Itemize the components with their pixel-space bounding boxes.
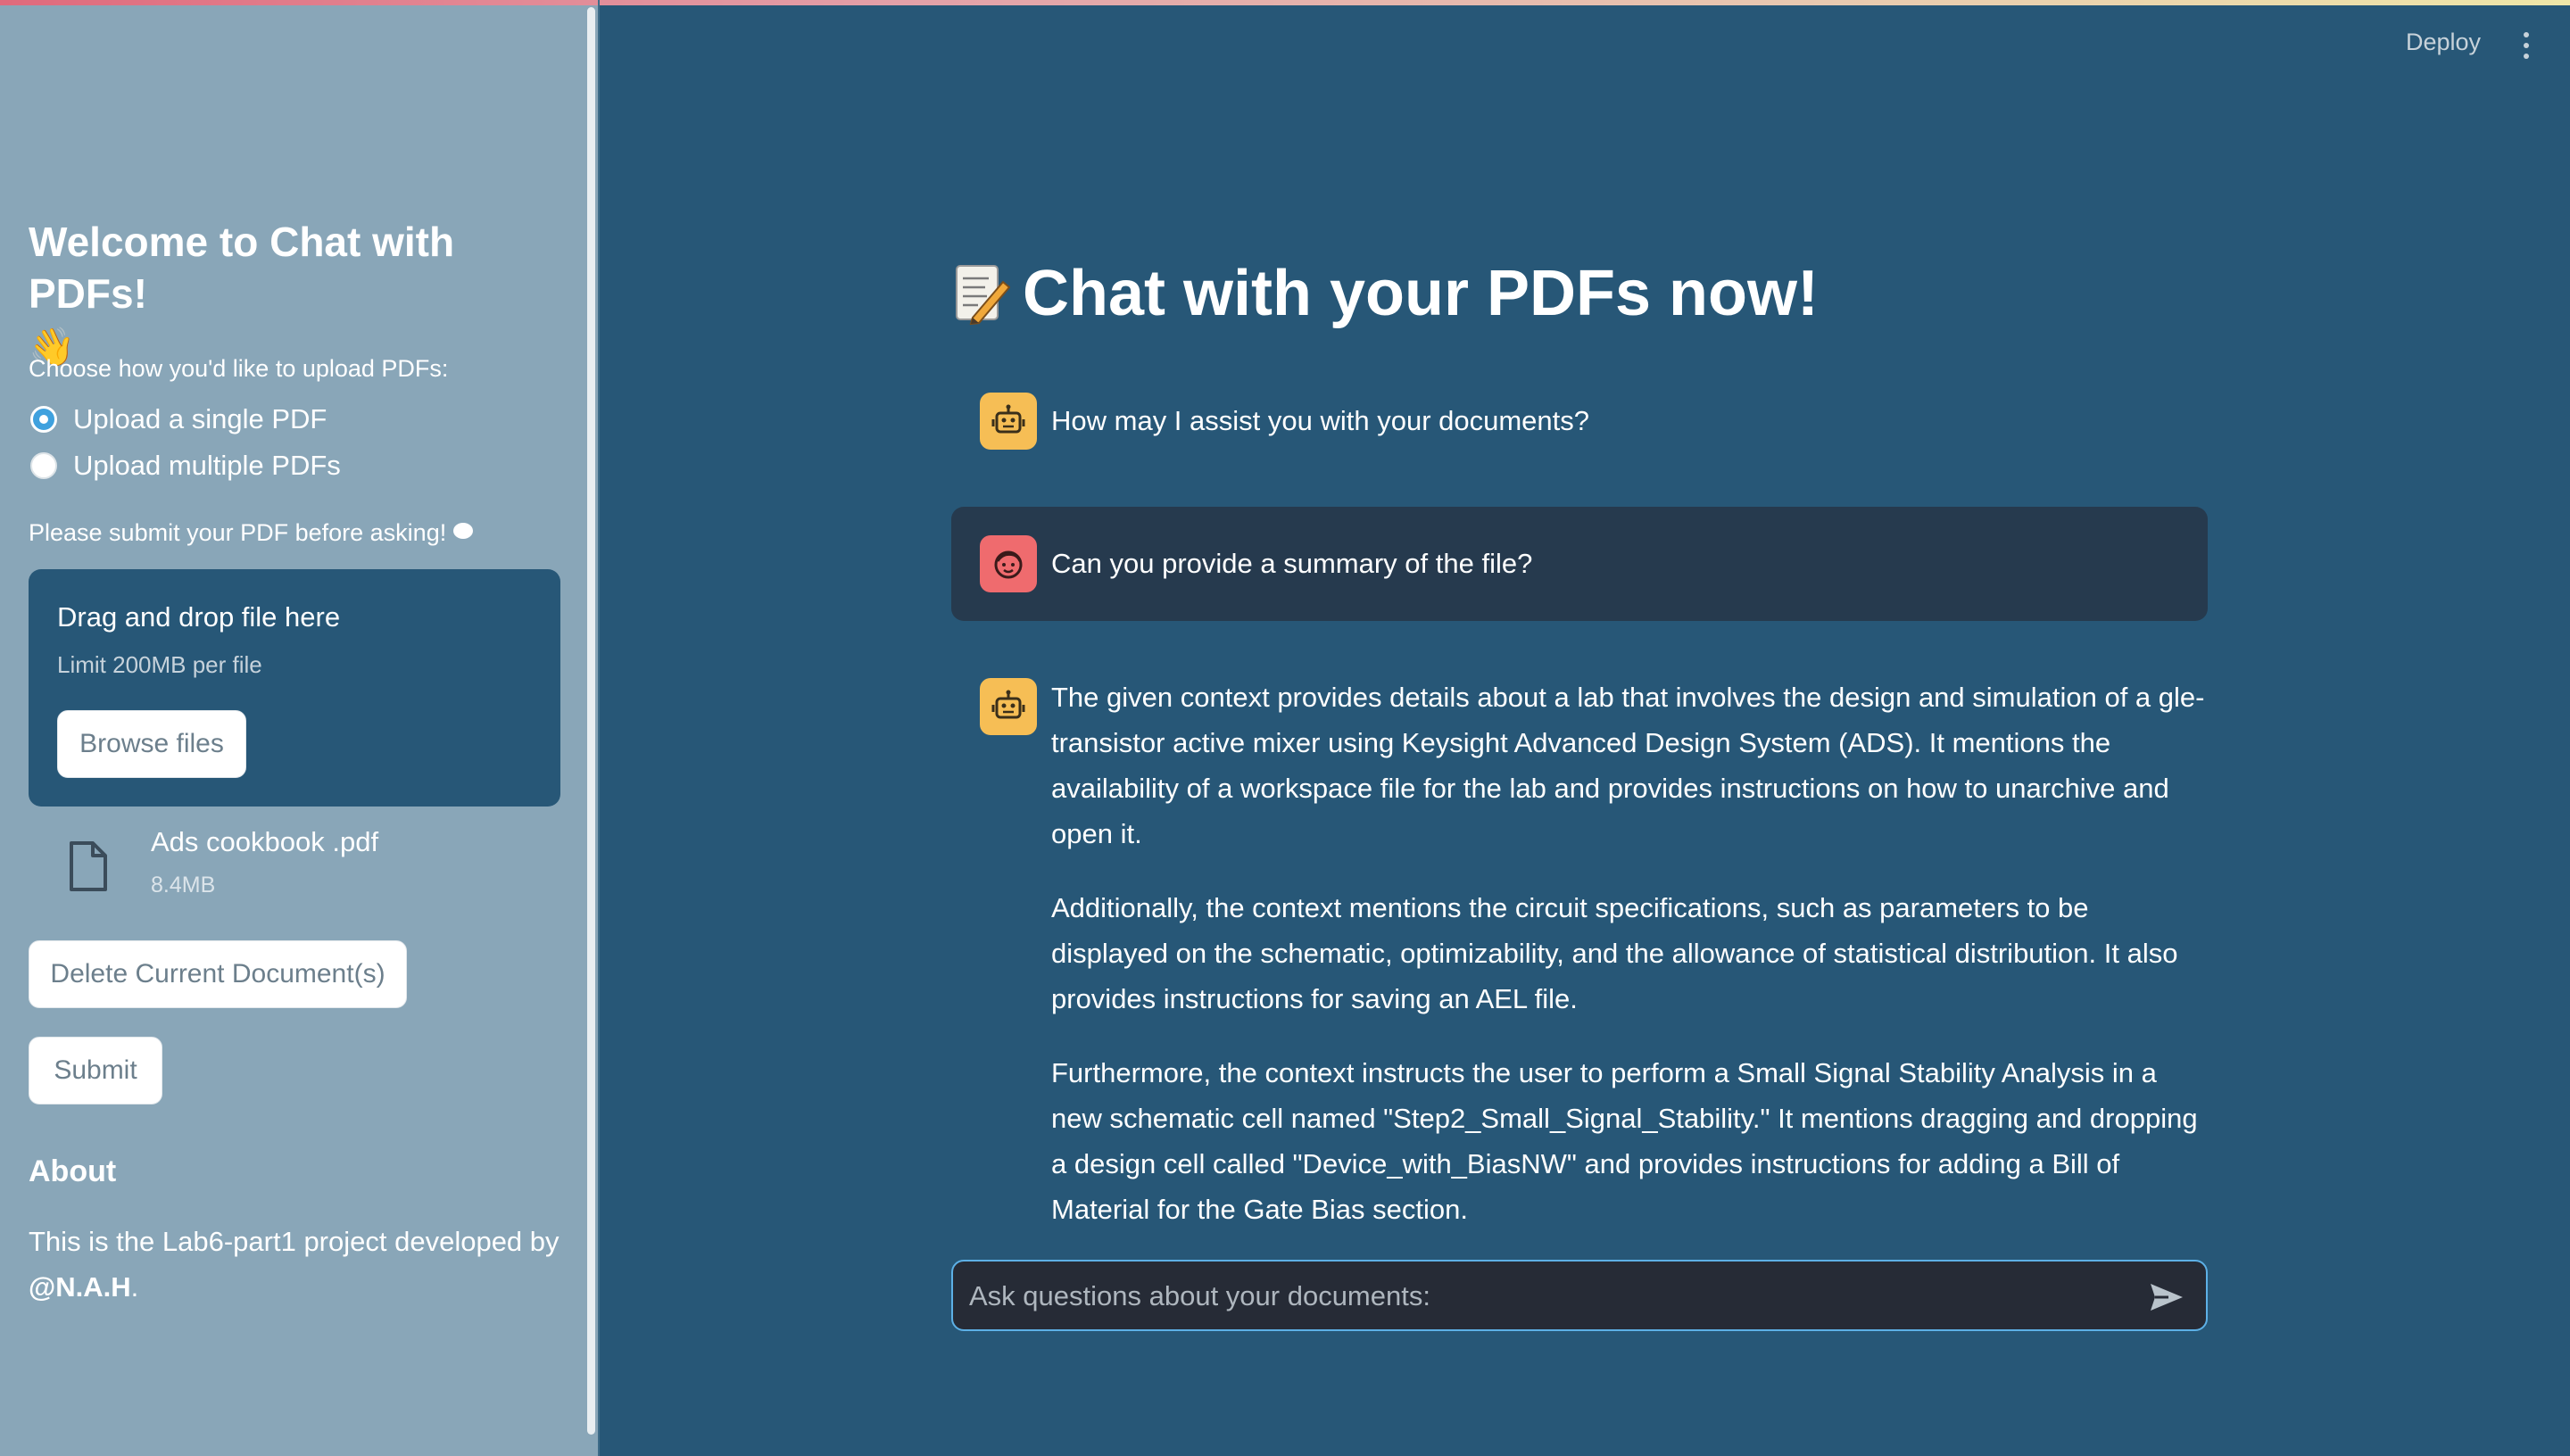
chat-message-assistant: The given context provides details about… (951, 674, 2208, 1225)
about-heading: About (29, 1154, 117, 1188)
about-description: This is the Lab6-part1 project developed… (29, 1226, 560, 1257)
sidebar-divider (598, 0, 600, 1456)
speech-bubble-icon (453, 522, 474, 539)
submit-prompt: Please submit your PDF before asking! (29, 519, 474, 547)
about-author: @N.A.H (29, 1271, 131, 1303)
page-title: Chat with your PDFs now! (953, 257, 1819, 330)
message-text: How may I assist you with your documents… (1051, 405, 1590, 436)
kebab-menu-icon[interactable] (2524, 32, 2531, 64)
uploaded-file-name: Ads cookbook .pdf (151, 826, 379, 857)
radio-multiple-pdfs[interactable]: Upload multiple PDFs (30, 450, 341, 482)
message-paragraph: Furthermore, the context instructs the u… (1051, 1057, 2198, 1225)
face-icon (980, 535, 1037, 592)
about-text: This is the Lab6-part1 project developed… (29, 1219, 564, 1310)
chat-message-user: Can you provide a summary of the file? (951, 507, 2208, 621)
dropzone-limit: Limit 200MB per file (57, 651, 262, 678)
message-body: The given context provides details about… (1051, 674, 2208, 1261)
submit-button[interactable]: Submit (29, 1037, 162, 1104)
upload-method-label: Choose how you'd like to upload PDFs: (29, 355, 449, 382)
file-dropzone[interactable]: Drag and drop file here Limit 200MB per … (29, 569, 560, 807)
radio-single-pdf[interactable]: Upload a single PDF (30, 403, 327, 435)
uploaded-file-size: 8.4MB (151, 873, 216, 898)
delete-document-button[interactable]: Delete Current Document(s) (29, 940, 407, 1008)
radio-selected-icon[interactable] (30, 406, 57, 433)
radio-single-pdf-label: Upload a single PDF (73, 403, 327, 434)
submit-prompt-text: Please submit your PDF before asking! (29, 519, 447, 546)
chat-input-container (951, 1260, 2208, 1331)
radio-multiple-pdfs-label: Upload multiple PDFs (73, 450, 341, 481)
memo-icon (956, 265, 1010, 325)
about-suffix: . (130, 1271, 139, 1303)
sidebar: Welcome to Chat with PDFs! 👋 Choose how … (0, 5, 598, 1456)
deploy-button[interactable]: Deploy (2406, 29, 2481, 56)
dropzone-title: Drag and drop file here (57, 601, 341, 633)
robot-icon (980, 393, 1037, 450)
radio-unselected-icon[interactable] (30, 452, 57, 479)
sidebar-scrollbar[interactable] (587, 7, 595, 1435)
page-title-text: Chat with your PDFs now! (1023, 258, 1819, 329)
browse-files-button[interactable]: Browse files (57, 710, 246, 778)
robot-icon (980, 678, 1037, 735)
sidebar-title: Welcome to Chat with PDFs! 👋 (29, 216, 564, 373)
sidebar-title-text: Welcome to Chat with PDFs! (29, 219, 455, 317)
message-paragraph: The given context provides details about… (1051, 682, 2205, 849)
chat-message-assistant: How may I assist you with your documents… (951, 389, 2208, 453)
file-icon (70, 841, 107, 891)
chat-input[interactable] (967, 1262, 2131, 1331)
send-icon[interactable] (2149, 1279, 2184, 1315)
message-text: Can you provide a summary of the file? (1051, 548, 1533, 579)
message-paragraph: Additionally, the context mentions the c… (1051, 892, 2178, 1014)
